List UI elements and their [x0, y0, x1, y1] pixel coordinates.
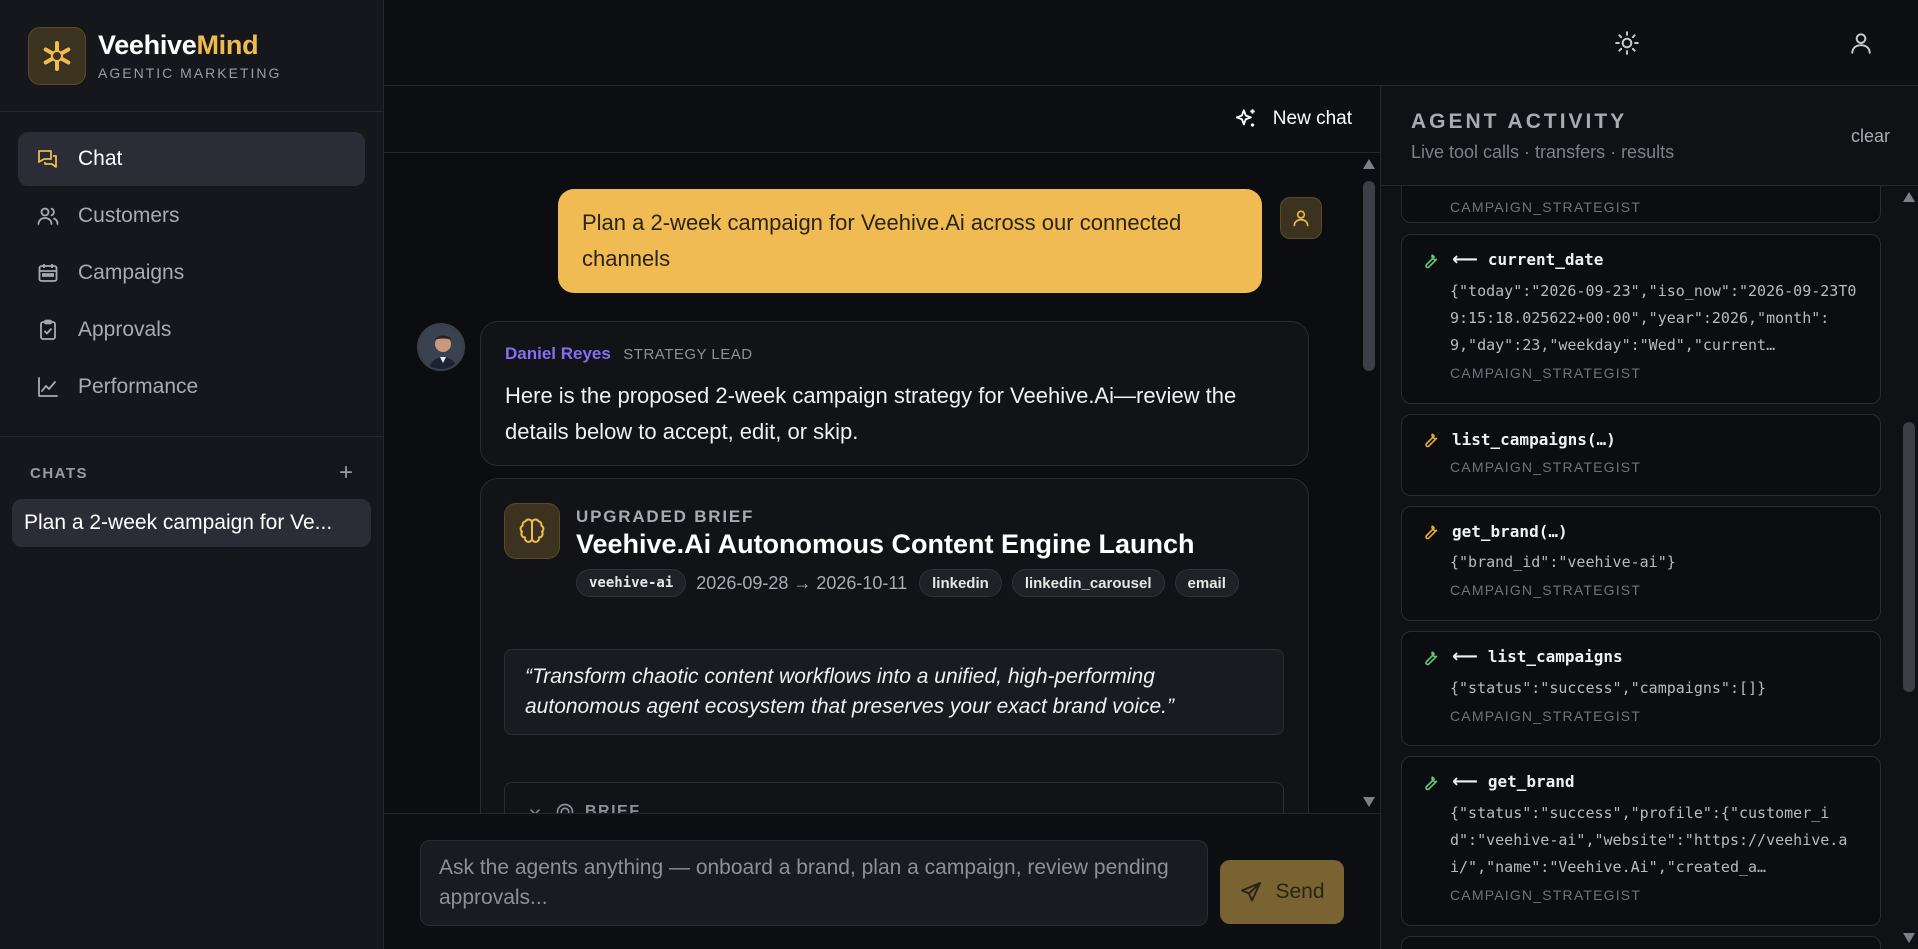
line-chart-icon [38, 377, 58, 397]
channel-chip-email: email [1174, 569, 1239, 597]
activity-header: AGENT ACTIVITY Live tool calls · transfe… [1381, 86, 1918, 186]
chat-header: New chat [384, 86, 1380, 153]
activity-card [1401, 936, 1881, 949]
new-chat-button[interactable]: New chat [1233, 106, 1352, 132]
user-icon[interactable] [1848, 30, 1874, 56]
wrench-icon [1425, 525, 1438, 540]
chat-bubbles-icon [38, 150, 57, 168]
tool-name: current_date [1487, 250, 1604, 269]
activity-card: ⟵ get_brand {"status":"success","profile… [1401, 756, 1881, 926]
result-arrow: ⟵ [1452, 771, 1478, 791]
clear-activity-button[interactable]: clear [1851, 126, 1890, 147]
add-chat-button[interactable]: + [339, 461, 353, 485]
clipboard-check-icon [40, 319, 56, 340]
brand-logo-icon [28, 26, 86, 85]
brand-name: VeehiveMind [98, 30, 259, 60]
brief-card: UPGRADED BRIEF Veehive.Ai Autonomous Con… [480, 478, 1309, 813]
activity-list: CAMPAIGN_STRATEGIST ⟵ current_date {"tod… [1381, 186, 1899, 949]
activity-title: AGENT ACTIVITY [1411, 110, 1628, 133]
nav-item-customers[interactable]: Customers [18, 189, 365, 243]
brand-tagline: AGENTIC MARKETING [98, 65, 282, 81]
agent-role: STRATEGY LEAD [623, 346, 753, 363]
send-icon [1241, 882, 1262, 902]
activity-agent: CAMPAIGN_STRATEGIST [1450, 582, 1642, 598]
agent-activity-panel: AGENT ACTIVITY Live tool calls · transfe… [1380, 86, 1918, 949]
sidebar: VeehiveMind AGENTIC MARKETING Chat Custo… [0, 0, 384, 949]
activity-subtitle: Live tool calls · transfers · results [1411, 142, 1675, 162]
channel-chip-linkedin-carousel: linkedin_carousel [1011, 569, 1165, 597]
activity-agent: CAMPAIGN_STRATEGIST [1450, 365, 1642, 381]
message-list: Plan a 2-week campaign for Veehive.Ai ac… [384, 153, 1359, 813]
composer: Ask the agents anything — onboard a bran… [384, 813, 1380, 949]
activity-card: get_brand(…) {"brand_id":"veehive-ai"} C… [1401, 506, 1881, 621]
brain-icon [504, 503, 560, 559]
activity-card: CAMPAIGN_STRATEGIST [1401, 186, 1881, 223]
sparkles-icon [1235, 109, 1255, 127]
activity-agent: CAMPAIGN_STRATEGIST [1450, 887, 1642, 903]
result-arrow: ⟵ [1452, 249, 1478, 269]
activity-card: ⟵ list_campaigns {"status":"success","ca… [1401, 631, 1881, 746]
message-input[interactable]: Ask the agents anything — onboard a bran… [420, 840, 1208, 926]
tool-name: get_brand(…) [1452, 521, 1568, 541]
brief-meta: veehive-ai 2026-09-28 → 2026-10-11 linke… [576, 569, 1249, 597]
activity-card: ⟵ current_date {"today":"2026-09-23","is… [1401, 234, 1881, 404]
users-icon [37, 207, 59, 225]
nav-item-performance[interactable]: Performance [18, 360, 365, 414]
activity-agent: CAMPAIGN_STRATEGIST [1450, 199, 1642, 215]
agent-name[interactable]: Daniel Reyes [505, 344, 611, 363]
activity-agent: CAMPAIGN_STRATEGIST [1450, 459, 1642, 475]
tool-name: get_brand [1487, 772, 1575, 791]
nav-item-approvals[interactable]: Approvals [18, 303, 365, 357]
target-icon [556, 803, 574, 813]
tool-name: list_campaigns(…) [1452, 429, 1616, 449]
tool-output: {"status":"success","profile":{"customer… [1450, 804, 1848, 876]
wrench-icon [1425, 433, 1438, 448]
brand-header: VeehiveMind AGENTIC MARKETING [0, 0, 383, 112]
brief-section-toggle[interactable]: BRIEF [504, 782, 1284, 813]
activity-card: list_campaigns(…) CAMPAIGN_STRATEGIST [1401, 414, 1881, 496]
tool-output: {"today":"2026-09-23","iso_now":"2026-09… [1450, 282, 1857, 354]
chats-label: CHATS [30, 464, 89, 482]
agent-message: Here is the proposed 2-week campaign str… [505, 383, 1237, 444]
brief-dates: 2026-09-28 → 2026-10-11 [696, 572, 908, 593]
agent-avatar [417, 323, 465, 371]
user-message: Plan a 2-week campaign for Veehive.Ai ac… [558, 189, 1262, 293]
tool-output: {"status":"success","campaigns":[]} [1450, 679, 1767, 697]
send-button[interactable]: Send [1220, 860, 1344, 924]
channel-chip-linkedin: linkedin [919, 569, 1002, 597]
chevron-down-icon [530, 809, 540, 813]
chats-header: CHATS + [0, 437, 383, 485]
result-arrow: ⟵ [1452, 646, 1478, 666]
wrench-icon [1425, 775, 1438, 790]
tool-name: list_campaigns [1487, 647, 1623, 666]
calendar-icon [38, 264, 58, 282]
main-nav: Chat Customers Campaigns Approvals Perfo… [0, 112, 383, 437]
activity-scrollbar[interactable] [1899, 186, 1918, 949]
user-avatar-icon [1280, 197, 1322, 239]
brief-title: Veehive.Ai Autonomous Content Engine Lau… [576, 529, 1195, 559]
top-bar [384, 0, 1918, 86]
wrench-icon [1425, 253, 1438, 268]
nav-item-campaigns[interactable]: Campaigns [18, 246, 365, 300]
sun-icon[interactable] [1614, 30, 1640, 56]
activity-agent: CAMPAIGN_STRATEGIST [1450, 708, 1642, 724]
brief-quote: “Transform chaotic content workflows int… [504, 649, 1284, 735]
brand-chip: veehive-ai [576, 569, 687, 597]
chat-scrollbar[interactable] [1359, 153, 1380, 813]
agent-message-card: Daniel Reyes STRATEGY LEAD Here is the p… [480, 321, 1309, 466]
wrench-icon [1425, 650, 1438, 665]
tool-output: {"brand_id":"veehive-ai"} [1450, 553, 1676, 571]
brief-kicker: UPGRADED BRIEF [576, 507, 755, 526]
nav-item-chat[interactable]: Chat [18, 132, 365, 186]
chat-history-item[interactable]: Plan a 2-week campaign for Ve... [12, 499, 371, 547]
